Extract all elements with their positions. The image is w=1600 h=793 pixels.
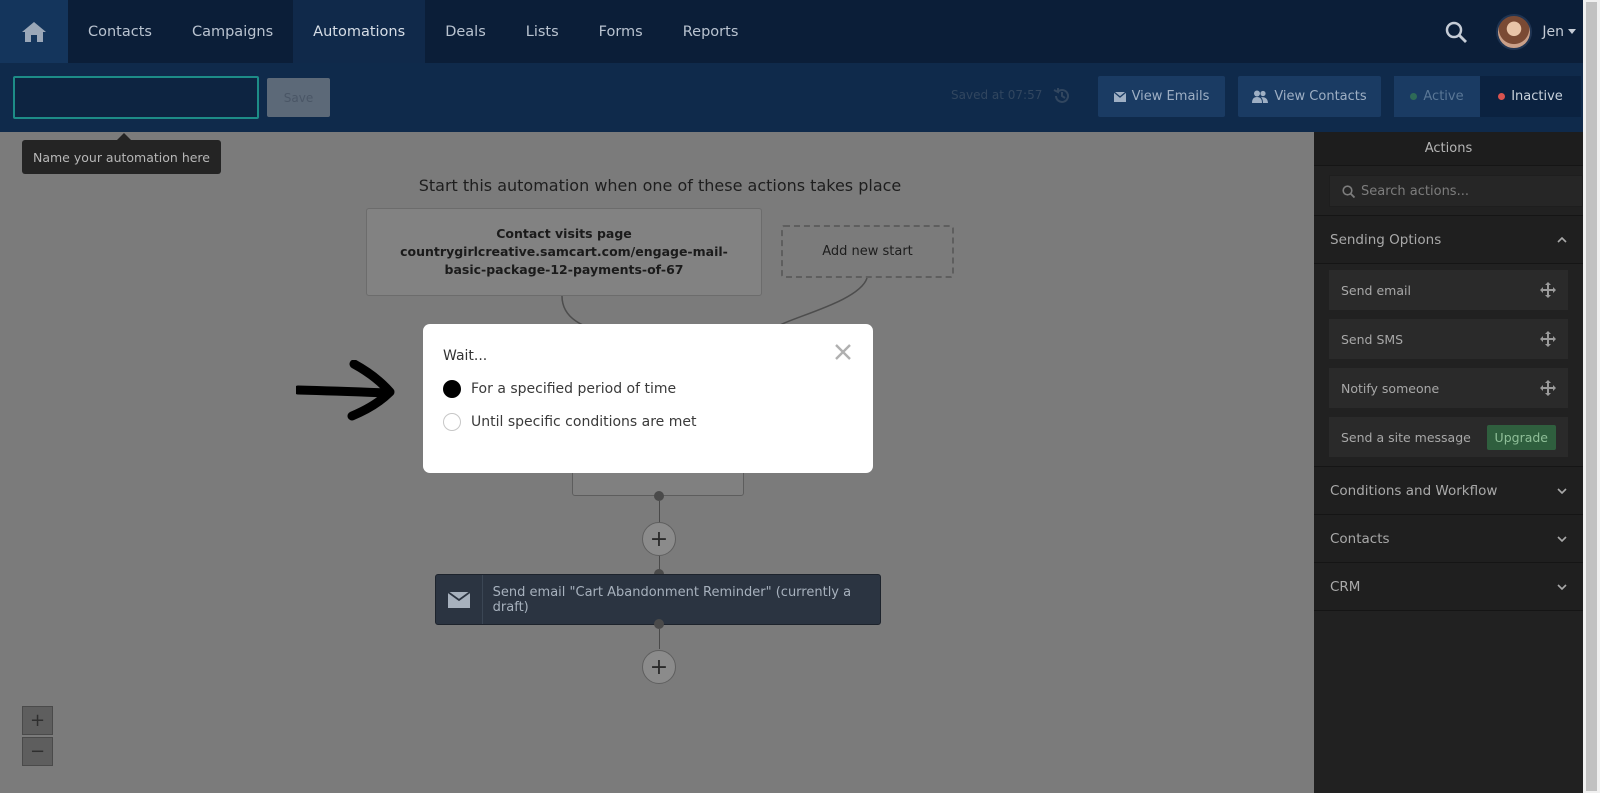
email-step-label: Send email "Cart Abandonment Reminder" (… (492, 584, 852, 615)
search-icon[interactable] (1444, 20, 1468, 44)
annotation-arrow-icon (296, 360, 395, 421)
radio-checked[interactable] (443, 380, 461, 398)
actions-panel: Actions Search actions... Sending Option… (1314, 132, 1583, 793)
connector-line (659, 629, 660, 649)
action-label: Send SMS (1341, 331, 1404, 347)
connector-node (654, 491, 664, 501)
chevron-up-icon (1557, 236, 1567, 243)
email-step-icon-wrap (436, 575, 483, 624)
section-sending-options[interactable]: Sending Options (1314, 216, 1583, 264)
connector-node (654, 619, 664, 629)
trigger-url: countrygirlcreative.samcart.com/engage-m… (400, 244, 728, 277)
action-label: Send a site message (1341, 429, 1471, 445)
action-label: Notify someone (1341, 380, 1440, 396)
connector-line (659, 556, 660, 570)
chevron-down-icon (1557, 487, 1567, 494)
actions-search-input[interactable]: Search actions... (1329, 175, 1583, 207)
send-email-step[interactable]: Send email "Cart Abandonment Reminder" (… (435, 574, 881, 625)
option-label: For a specified period of time (471, 381, 677, 397)
active-label: Active (1423, 89, 1464, 104)
user-name[interactable]: Jen (1542, 24, 1564, 40)
add-new-start-button[interactable]: Add new start (781, 225, 954, 278)
section-conditions-workflow[interactable]: Conditions and Workflow (1314, 467, 1583, 515)
sending-options-list: Send email Send SMS Notify someone Send … (1314, 264, 1583, 467)
panel-title: Actions (1314, 132, 1583, 166)
section-label: Contacts (1330, 530, 1390, 547)
wait-modal: Wait... For a specified period of time U… (423, 324, 873, 473)
envelope-icon (447, 591, 470, 608)
chevron-down-icon (1557, 583, 1567, 590)
add-step-button[interactable]: + (642, 522, 676, 556)
active-toggle[interactable]: Active (1394, 76, 1480, 117)
action-send-email[interactable]: Send email (1329, 270, 1568, 310)
modal-title: Wait... (443, 348, 488, 364)
inactive-dot-icon (1498, 93, 1506, 100)
start-heading: Start this automation when one of these … (418, 176, 902, 195)
trigger-card[interactable]: Contact visits page countrygirlcreative.… (366, 208, 762, 296)
inactive-label: Inactive (1511, 89, 1563, 104)
add-step-button[interactable]: + (642, 650, 676, 684)
action-notify-someone[interactable]: Notify someone (1329, 368, 1568, 408)
zoom-in-button[interactable]: + (22, 706, 53, 735)
action-send-site-message[interactable]: Send a site message Upgrade (1329, 417, 1568, 457)
connector-line (659, 501, 660, 523)
status-toggle: Active Inactive (1394, 76, 1581, 117)
section-contacts[interactable]: Contacts (1314, 515, 1583, 563)
trigger-title: Contact visits page (496, 226, 632, 241)
move-icon[interactable] (1540, 380, 1556, 396)
section-label: Conditions and Workflow (1330, 482, 1498, 499)
wait-option-conditions[interactable]: Until specific conditions are met (443, 413, 697, 431)
search-placeholder: Search actions... (1361, 183, 1469, 199)
radio-unchecked[interactable] (443, 413, 461, 431)
chevron-down-icon (1557, 535, 1567, 542)
wait-option-time[interactable]: For a specified period of time (443, 380, 676, 398)
active-dot-icon (1410, 93, 1418, 100)
chevron-down-icon[interactable] (1568, 29, 1576, 34)
section-label: CRM (1330, 578, 1361, 595)
section-label: Sending Options (1330, 231, 1442, 248)
action-label: Send email (1341, 282, 1411, 298)
inactive-toggle[interactable]: Inactive (1480, 76, 1581, 117)
page-scrollbar-thumb[interactable] (1586, 2, 1597, 791)
upgrade-button[interactable]: Upgrade (1486, 424, 1556, 450)
move-icon[interactable] (1540, 331, 1556, 347)
zoom-out-button[interactable]: − (22, 737, 53, 766)
search-icon (1342, 184, 1355, 198)
move-icon[interactable] (1540, 282, 1556, 298)
section-crm[interactable]: CRM (1314, 563, 1583, 611)
action-send-sms[interactable]: Send SMS (1329, 319, 1568, 359)
panel-search-wrap: Search actions... (1314, 166, 1583, 216)
option-label: Until specific conditions are met (471, 414, 697, 430)
avatar[interactable] (1496, 13, 1533, 50)
nav-user-area: Jen (1444, 0, 1600, 63)
close-icon[interactable] (833, 342, 853, 362)
